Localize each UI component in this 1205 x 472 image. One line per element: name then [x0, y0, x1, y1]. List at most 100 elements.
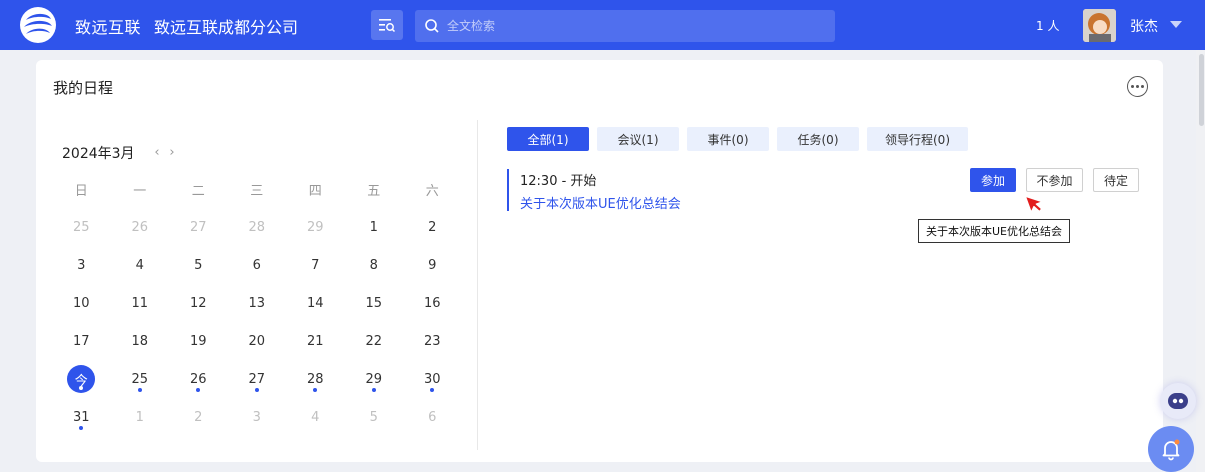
calendar-month-label: 2024年3月	[62, 146, 135, 162]
calendar-day[interactable]: 3	[52, 246, 111, 284]
calendar-day[interactable]: 28	[286, 360, 345, 398]
calendar-day[interactable]: 5	[345, 398, 404, 436]
online-count[interactable]: 1 人	[1036, 17, 1059, 34]
calendar-day[interactable]: 9	[403, 246, 462, 284]
calendar-day-number: 8	[369, 257, 378, 273]
calendar-day-number: 3	[77, 257, 86, 273]
menu-search-icon	[379, 19, 396, 33]
calendar-day[interactable]: 7	[286, 246, 345, 284]
tab-4[interactable]: 领导行程(0)	[867, 127, 968, 151]
calendar-day[interactable]: 29	[345, 360, 404, 398]
calendar-day[interactable]: 11	[111, 284, 170, 322]
search-icon	[425, 19, 439, 33]
event-indicator-dot	[196, 388, 201, 392]
card-title: 我的日程	[53, 79, 114, 97]
calendar-day-number: 10	[72, 295, 90, 311]
calendar-day[interactable]: 12	[169, 284, 228, 322]
calendar-day[interactable]: 3	[228, 398, 287, 436]
calendar-day-number: 14	[306, 295, 324, 311]
calendar-day[interactable]: 1	[111, 398, 170, 436]
calendar-grid: 日一二三四五六 25 26 27 28 29 1 2 3 4 5 6 7 8 9 10 11 12 13 14 15 16…	[52, 170, 462, 436]
search-input[interactable]	[447, 10, 827, 42]
calendar-day-number: 19	[189, 333, 207, 349]
calendar-day-today[interactable]: 今	[52, 360, 111, 398]
pending-button[interactable]: 待定	[1093, 168, 1139, 192]
calendar-day[interactable]: 8	[345, 246, 404, 284]
event-title-link[interactable]: 关于本次版本UE优化总结会	[520, 193, 681, 212]
page-scrollbar-thumb[interactable]	[1199, 54, 1204, 126]
event-indicator-dot	[371, 388, 376, 392]
more-options-icon[interactable]	[1127, 76, 1148, 97]
calendar-day-number: 6	[252, 257, 261, 273]
calendar-day[interactable]: 1	[345, 208, 404, 246]
menu-toggle-button[interactable]	[371, 10, 403, 40]
calendar-day-number: 5	[194, 257, 203, 273]
calendar-day-number: 18	[131, 333, 149, 349]
calendar-day[interactable]: 6	[403, 398, 462, 436]
calendar-day-number: 1	[135, 409, 144, 425]
calendar-day[interactable]: 16	[403, 284, 462, 322]
calendar-day[interactable]: 27	[169, 208, 228, 246]
calendar-day[interactable]: 23	[403, 322, 462, 360]
tab-0[interactable]: 全部(1)	[507, 127, 589, 151]
tab-2[interactable]: 事件(0)	[687, 127, 769, 151]
logo-icon[interactable]	[18, 6, 58, 44]
join-button[interactable]: 参加	[970, 168, 1016, 192]
calendar-day[interactable]: 6	[228, 246, 287, 284]
calendar-day-number: 26	[131, 219, 149, 235]
calendar-day[interactable]: 27	[228, 360, 287, 398]
calendar-day[interactable]: 13	[228, 284, 287, 322]
calendar-day[interactable]: 18	[111, 322, 170, 360]
calendar-day[interactable]: 14	[286, 284, 345, 322]
calendar-day-number: 26	[189, 371, 207, 387]
calendar-day-number: 21	[306, 333, 324, 349]
global-search[interactable]	[415, 10, 835, 42]
calendar-day[interactable]: 5	[169, 246, 228, 284]
calendar-day[interactable]: 10	[52, 284, 111, 322]
calendar-day[interactable]: 19	[169, 322, 228, 360]
tab-1[interactable]: 会议(1)	[597, 127, 679, 151]
brand-name: 致远互联	[75, 18, 142, 37]
chevron-left-icon[interactable]: ‹	[150, 144, 164, 160]
calendar-day[interactable]: 30	[403, 360, 462, 398]
user-menu-chevron-down-icon[interactable]	[1170, 21, 1182, 28]
calendar-day[interactable]: 26	[111, 208, 170, 246]
assistant-robot-icon[interactable]	[1160, 383, 1196, 419]
calendar-day[interactable]: 17	[52, 322, 111, 360]
calendar-day-number: 7	[311, 257, 320, 273]
calendar-day-number: 4	[135, 257, 144, 273]
calendar-weekday: 日	[74, 183, 88, 199]
event-indicator-dot	[79, 426, 84, 430]
chevron-right-icon[interactable]: ›	[165, 144, 179, 160]
calendar-day[interactable]: 25	[52, 208, 111, 246]
calendar-day[interactable]: 4	[111, 246, 170, 284]
notification-bell-icon[interactable]	[1148, 426, 1194, 472]
decline-button[interactable]: 不参加	[1026, 168, 1083, 192]
calendar-day[interactable]: 25	[111, 360, 170, 398]
organization-name[interactable]: 致远互联成都分公司	[154, 14, 298, 38]
calendar-day[interactable]: 2	[403, 208, 462, 246]
user-name[interactable]: 张杰	[1130, 16, 1158, 36]
calendar-day[interactable]: 22	[345, 322, 404, 360]
calendar-day[interactable]: 20	[228, 322, 287, 360]
calendar-day-number: 29	[365, 371, 383, 387]
top-bar: 致远互联 致远互联成都分公司 1 人 张杰	[0, 0, 1205, 50]
calendar-day-number: 17	[72, 333, 90, 349]
calendar-day[interactable]: 29	[286, 208, 345, 246]
calendar-day-number: 12	[189, 295, 207, 311]
calendar-day[interactable]: 21	[286, 322, 345, 360]
tab-3[interactable]: 任务(0)	[777, 127, 859, 151]
avatar[interactable]	[1083, 9, 1116, 42]
calendar-day[interactable]: 31	[52, 398, 111, 436]
calendar-day-number: 29	[306, 219, 324, 235]
calendar-day-number: 5	[369, 409, 378, 425]
event-indicator-dot	[254, 388, 259, 392]
calendar-day-number: 28	[248, 219, 266, 235]
calendar-day[interactable]: 15	[345, 284, 404, 322]
schedule-card: 我的日程 2024年3月 ‹ › 日一二三四五六 25 26 27 28 29 1 2 3 4 5 6…	[36, 60, 1163, 462]
calendar-day[interactable]: 2	[169, 398, 228, 436]
calendar-day[interactable]: 28	[228, 208, 287, 246]
calendar-day[interactable]: 4	[286, 398, 345, 436]
calendar-day[interactable]: 26	[169, 360, 228, 398]
event-indicator-dot	[137, 388, 142, 392]
